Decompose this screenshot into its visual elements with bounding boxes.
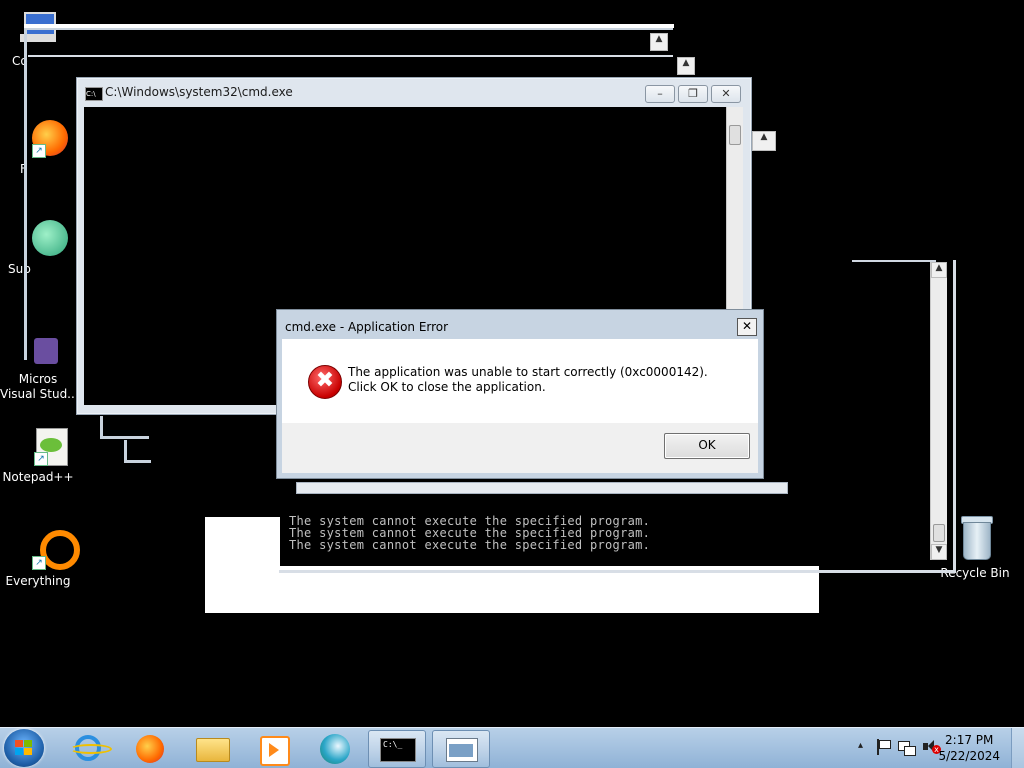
taskbar-firefox[interactable]: [122, 730, 178, 766]
ghost-window-strip: [24, 24, 674, 28]
window-icon-body: [449, 744, 473, 757]
window-title: C:\Windows\system32\cmd.exe: [105, 85, 293, 99]
ie-ring: [70, 744, 112, 754]
ghost-scroll-up-button: ▲: [752, 131, 776, 151]
clock-date: 5/22/2024: [938, 749, 1000, 763]
dialog-close-button[interactable]: ✕: [737, 318, 757, 336]
cmd-title-bar[interactable]: C:\ C:\Windows\system32\cmd.exe – ❐ ✕: [77, 78, 751, 106]
volume-muted-icon[interactable]: x: [922, 739, 941, 755]
ghost-window-strip: [28, 55, 673, 57]
clock-time: 2:17 PM: [945, 733, 994, 747]
desktop-icon-label: Micros Visual Stud...: [0, 372, 79, 401]
taskbar-media-player[interactable]: [246, 730, 302, 766]
system-tray: ▴ x 2:17 PM 5/22/2024: [834, 728, 1024, 768]
scroll-thumb: [933, 524, 945, 542]
ghost-top-line: [852, 260, 936, 262]
taskbar-window[interactable]: [432, 730, 490, 768]
ok-button[interactable]: OK: [664, 433, 750, 459]
ghost-frame-piece: [100, 416, 149, 439]
taskbar-internet-explorer[interactable]: [62, 730, 118, 766]
play-icon: [269, 743, 279, 757]
desktop-icon-everything[interactable]: ↗ Everything: [0, 530, 80, 589]
network-icon[interactable]: [898, 739, 916, 756]
firefox-icon: [136, 735, 164, 763]
show-desktop-button[interactable]: [1011, 728, 1024, 768]
recycle-bin-icon: [955, 514, 995, 562]
close-button[interactable]: ✕: [711, 85, 741, 103]
taskbar: C:\_ ▴ x 2:17 PM 5/22/2024: [0, 727, 1024, 768]
shortcut-arrow-icon: ↗: [32, 556, 46, 570]
error-icon: ✖: [308, 365, 342, 399]
ghost-scroll-up-button: ▲: [677, 57, 695, 75]
restore-button[interactable]: ❐: [678, 85, 708, 103]
error-dialog[interactable]: cmd.exe - Application Error ✕ ✖ The appl…: [276, 309, 764, 479]
show-hidden-icons-button[interactable]: ▴: [858, 740, 863, 751]
scroll-down-button: ▼: [931, 544, 947, 560]
notepadpp-icon: ↗: [18, 426, 68, 466]
ghost-scroll-up-button: ▲: [650, 33, 668, 51]
cmd-icon: C:\_: [380, 738, 416, 762]
taskbar-app[interactable]: [308, 730, 364, 766]
minimize-button[interactable]: –: [645, 85, 675, 103]
start-button[interactable]: [4, 729, 44, 767]
ghost-bar: [296, 482, 788, 494]
shortcut-arrow-icon: ↗: [34, 452, 48, 466]
desktop-icon-label: Everything: [5, 574, 71, 588]
windows-logo-icon: [15, 740, 33, 756]
desktop-icon-label: Notepad++: [2, 470, 74, 484]
cmd-icon: C:\: [85, 87, 103, 101]
desktop-icon-notepadpp[interactable]: ↗ Notepad++: [0, 426, 76, 485]
taskbar-cmd[interactable]: C:\_: [368, 730, 426, 768]
scroll-thumb[interactable]: [729, 125, 741, 145]
error-message: The application was unable to start corr…: [348, 365, 708, 394]
console-line: The system cannot execute the specified …: [289, 538, 651, 552]
clock[interactable]: 2:17 PM 5/22/2024: [938, 732, 1000, 764]
action-center-flag-icon[interactable]: [876, 739, 891, 755]
ghost-scrollbar: ▲ ▼: [930, 262, 947, 560]
dialog-body: ✖ The application was unable to start co…: [282, 339, 758, 423]
taskbar-file-explorer[interactable]: [184, 730, 240, 766]
file-explorer-icon: [196, 738, 230, 762]
everything-icon: ↗: [18, 530, 80, 570]
ghost-frame-piece: [124, 440, 151, 463]
dialog-footer: OK: [282, 423, 758, 473]
dialog-title: cmd.exe - Application Error: [285, 320, 449, 334]
scroll-up-button: ▲: [931, 262, 947, 278]
app-icon: [320, 734, 350, 764]
